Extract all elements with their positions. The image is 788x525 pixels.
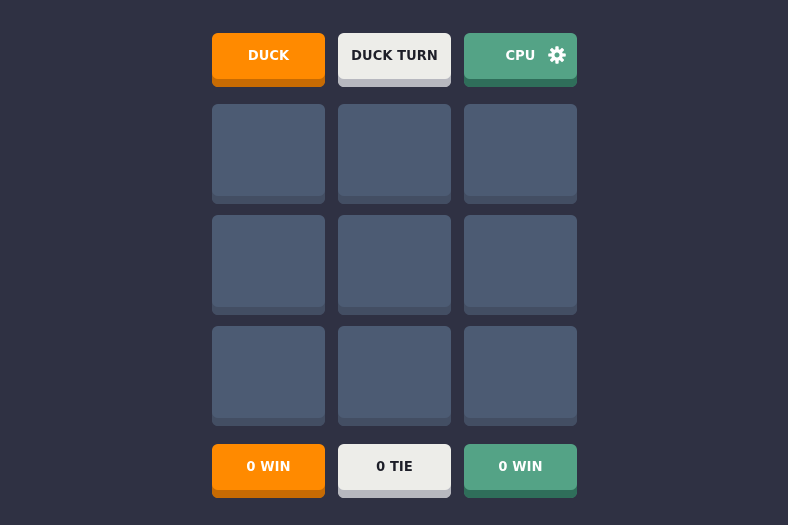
opponent-wins-label: 0 WIN — [498, 459, 543, 475]
board-cell-5[interactable] — [338, 215, 451, 315]
ties-label: 0 TIE — [376, 459, 413, 475]
board-cell-2[interactable] — [338, 104, 451, 204]
gear-icon[interactable] — [547, 45, 567, 65]
turn-indicator: DUCK TURN — [338, 33, 451, 87]
player-wins-label: 0 WIN — [246, 459, 291, 475]
board-cell-9[interactable] — [464, 326, 577, 426]
game-board — [212, 104, 577, 426]
board-cell-6[interactable] — [464, 215, 577, 315]
opponent-score: 0 WIN — [464, 444, 577, 498]
game-container: DUCK DUCK TURN CPU 0 WIN 0 TIE 0 WIN — [212, 33, 577, 498]
board-cell-3[interactable] — [464, 104, 577, 204]
board-cell-7[interactable] — [212, 326, 325, 426]
player-label: DUCK — [247, 48, 290, 64]
board-cell-4[interactable] — [212, 215, 325, 315]
board-cell-8[interactable] — [338, 326, 451, 426]
header-row: DUCK DUCK TURN CPU — [212, 33, 577, 87]
player-score: 0 WIN — [212, 444, 325, 498]
board-cell-1[interactable] — [212, 104, 325, 204]
scoreboard: 0 WIN 0 TIE 0 WIN — [212, 444, 577, 498]
opponent-button[interactable]: CPU — [464, 33, 577, 87]
turn-label: DUCK TURN — [351, 48, 438, 64]
tie-score: 0 TIE — [338, 444, 451, 498]
player-button[interactable]: DUCK — [212, 33, 325, 87]
